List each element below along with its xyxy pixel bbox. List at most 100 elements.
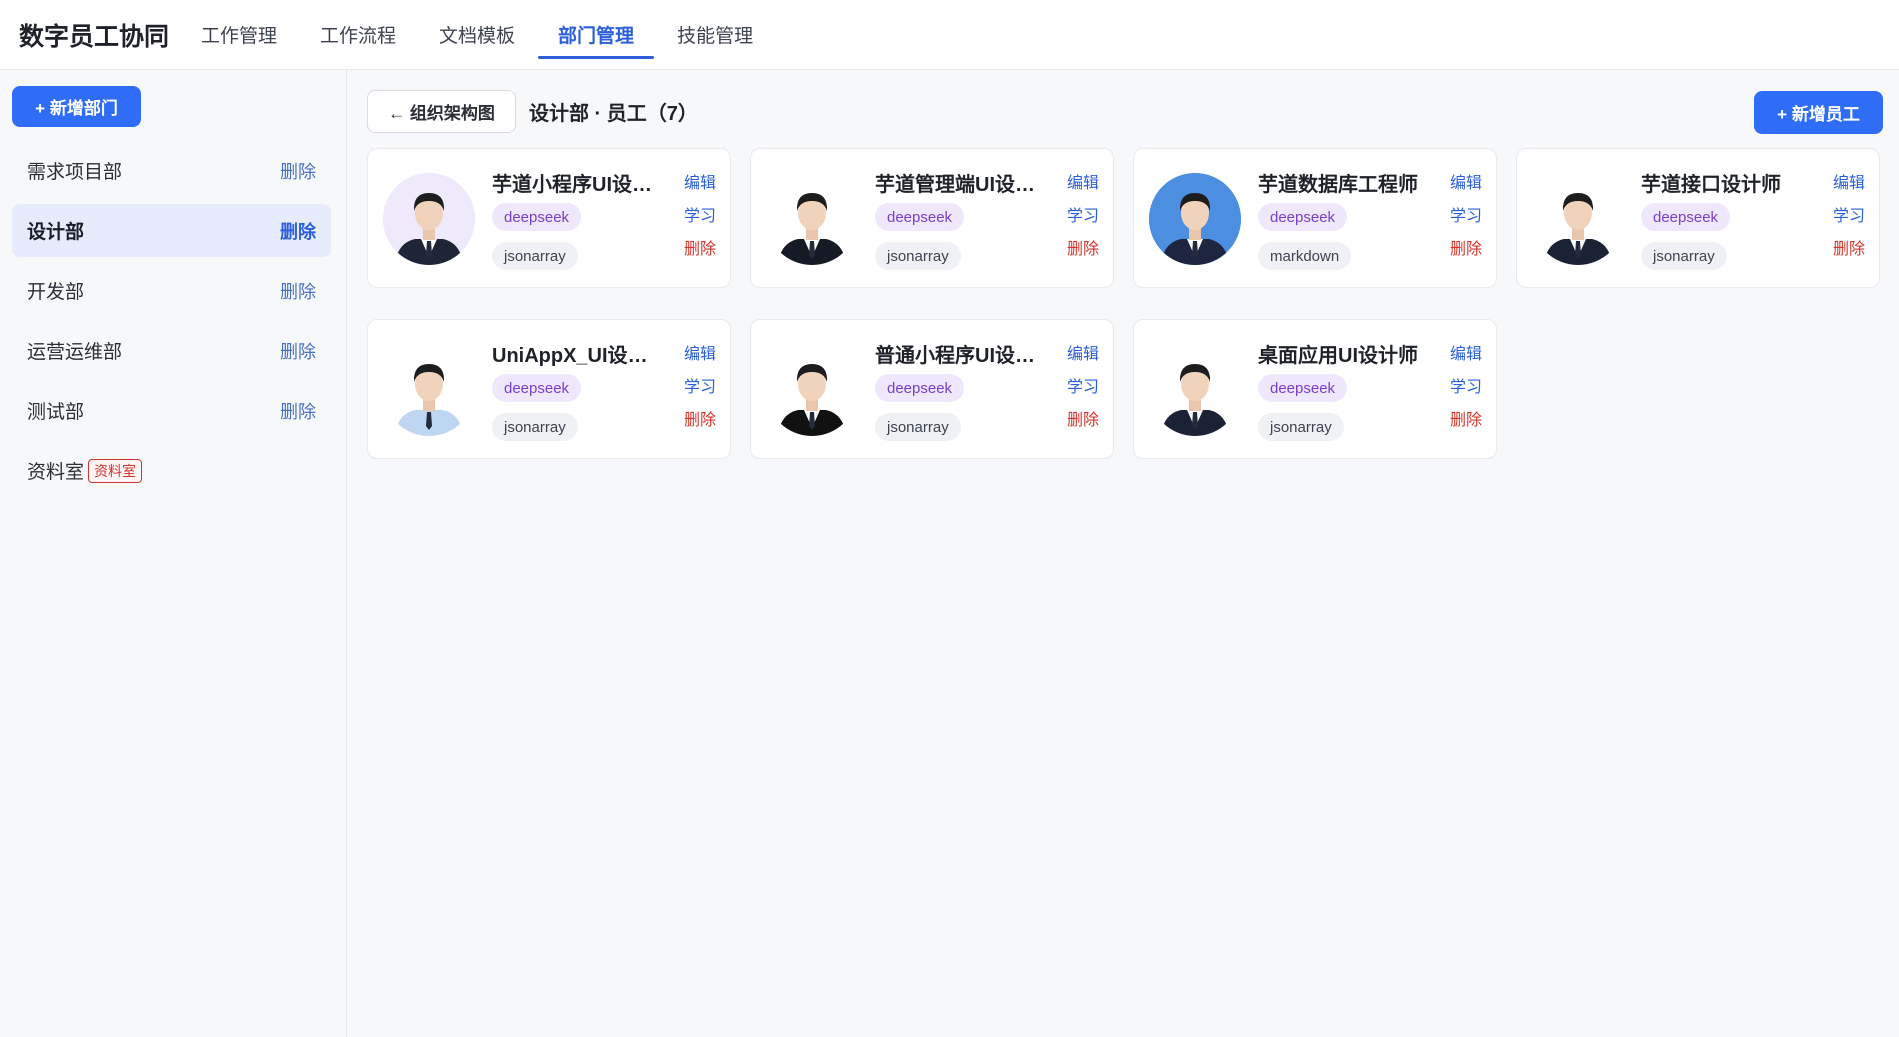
employee-card[interactable]: 桌面应用UI设计师 deepseek jsonarray 编辑 学习 删除 (1133, 319, 1497, 459)
employee-name: 芋道接口设计师 (1641, 174, 1781, 196)
employee-avatar (1532, 173, 1624, 265)
department-name: 资料室 资料室 (27, 457, 143, 484)
employee-name: 芋道数据库工程师 (1258, 174, 1418, 196)
skill-tag: markdown (1258, 242, 1352, 270)
employee-actions: 编辑 学习 删除 (684, 175, 716, 258)
employee-avatar (1149, 173, 1241, 265)
employee-name: 普通小程序UI设计师 (875, 345, 1040, 367)
employee-card-grid: 芋道小程序UI设计师 deepseek jsonarray 编辑 学习 删除 芋道管理端UI… (367, 148, 1883, 459)
department-name: 设计部 (27, 217, 84, 244)
skill-tag: jsonarray (492, 242, 578, 270)
employee-avatar (766, 173, 858, 265)
nav-tab-1[interactable]: 工作管理 (181, 0, 297, 69)
top-nav-bar: 数字员工协同 工作管理 工作流程 文档模板 部门管理 技能管理 (0, 0, 1899, 70)
skill-tag: jsonarray (492, 413, 578, 441)
delete-employee-link[interactable]: 删除 (1450, 241, 1482, 258)
model-tag: deepseek (1641, 203, 1731, 231)
edit-employee-link[interactable]: 编辑 (1450, 175, 1482, 192)
model-tag: deepseek (1258, 203, 1348, 231)
back-to-org-chart-button[interactable]: ← 组织架构图 (367, 90, 516, 133)
delete-department-link[interactable]: 删除 (280, 278, 316, 304)
edit-employee-link[interactable]: 编辑 (1833, 175, 1865, 192)
employee-actions: 编辑 学习 删除 (1450, 175, 1482, 258)
learn-employee-link[interactable]: 学习 (684, 208, 716, 225)
skill-tag: jsonarray (1641, 242, 1727, 270)
department-name-text: 测试部 (27, 402, 85, 423)
delete-employee-link[interactable]: 删除 (1067, 412, 1099, 429)
department-name-text: 需求项目部 (27, 162, 123, 183)
department-item[interactable]: 测试部 删除 (12, 384, 331, 437)
nav-tab-5[interactable]: 技能管理 (657, 0, 773, 69)
learn-employee-link[interactable]: 学习 (1450, 208, 1482, 225)
employee-actions: 编辑 学习 删除 (684, 346, 716, 429)
add-employee-button[interactable]: + 新增员工 (1754, 91, 1883, 134)
employee-avatar (1149, 344, 1241, 436)
department-item[interactable]: 资料室 资料室 (12, 444, 331, 497)
employee-actions: 编辑 学习 删除 (1450, 346, 1482, 429)
employee-actions: 编辑 学习 删除 (1067, 175, 1099, 258)
model-tag: deepseek (492, 203, 582, 231)
page-title: 设计部 · 员工（7） (529, 103, 698, 125)
add-department-button[interactable]: + 新增部门 (12, 86, 141, 127)
skill-tag: jsonarray (875, 242, 961, 270)
employee-card[interactable]: UniAppX_UI设计师 deepseek jsonarray 编辑学习删除 (367, 319, 731, 459)
employee-name: UniAppX_UI设计师 (492, 345, 657, 367)
model-tag: deepseek (492, 374, 582, 402)
employee-card[interactable]: 芋道管理端UI设计师 deepseek jsonarray 编辑学习删除 (750, 148, 1114, 288)
employee-card[interactable]: 芋道小程序UI设计师 deepseek jsonarray 编辑学习删除 (367, 148, 731, 288)
learn-employee-link[interactable]: 学习 (1067, 379, 1099, 396)
delete-department-link[interactable]: 删除 (280, 398, 316, 424)
department-name-text: 设计部 (27, 222, 85, 243)
department-name: 需求项目部 (27, 157, 122, 184)
department-sidebar: + 新增部门 需求项目部 删除 设计部 删除 开发部 删除 运营运维部 删除 测试部 删除 资料室资… (0, 70, 347, 1037)
edit-employee-link[interactable]: 编辑 (1067, 175, 1099, 192)
employee-avatar (383, 173, 475, 265)
employee-actions: 编辑 学习 删除 (1067, 346, 1099, 429)
employee-name: 芋道管理端UI设计师 (875, 174, 1040, 196)
skill-tag: jsonarray (1258, 413, 1344, 441)
edit-employee-link[interactable]: 编辑 (684, 346, 716, 363)
department-badge: 资料室 (88, 458, 143, 483)
delete-employee-link[interactable]: 删除 (1833, 241, 1865, 258)
edit-employee-link[interactable]: 编辑 (684, 175, 716, 192)
delete-department-link[interactable]: 删除 (280, 338, 316, 364)
model-tag: deepseek (875, 203, 965, 231)
department-list: 需求项目部 删除 设计部 删除 开发部 删除 运营运维部 删除 测试部 删除 资料室 资料室 (12, 144, 331, 504)
delete-employee-link[interactable]: 删除 (684, 412, 716, 429)
nav-tab-4[interactable]: 部门管理 (538, 0, 655, 69)
delete-department-link[interactable]: 删除 (280, 218, 316, 244)
employee-name: 芋道小程序UI设计师 (492, 174, 657, 196)
department-name: 测试部 (27, 397, 84, 424)
employee-card[interactable]: 芋道接口设计师 deepseek jsonarray 编辑学习删除 (1516, 148, 1880, 288)
delete-employee-link[interactable]: 删除 (1450, 412, 1482, 429)
nav-tab-3[interactable]: 文档模板 (419, 0, 535, 69)
delete-department-link[interactable]: 删除 (280, 158, 316, 184)
main-panel: ← 组织架构图 设计部 · 员工（7） + 新增员工 芋道小程序UI设计师 dee… (348, 70, 1899, 1037)
model-tag: deepseek (875, 374, 965, 402)
delete-employee-link[interactable]: 删除 (1067, 241, 1099, 258)
department-item[interactable]: 需求项目部 删除 (12, 144, 331, 197)
department-name-text: 开发部 (27, 282, 85, 303)
employee-card[interactable]: 普通小程序UI设计师 deepseek jsonarray 编辑学习删除 (750, 319, 1114, 459)
employee-actions: 编辑 学习 删除 (1833, 175, 1865, 258)
department-item[interactable]: 设计部 删除 (12, 204, 331, 257)
employee-name: 桌面应用UI设计师 (1258, 345, 1418, 367)
department-item[interactable]: 开发部 删除 (12, 264, 331, 317)
learn-employee-link[interactable]: 学习 (684, 379, 716, 396)
department-item[interactable]: 运营运维部 删除 (12, 324, 331, 377)
nav-tab-2[interactable]: 工作流程 (300, 0, 416, 69)
employee-avatar (383, 344, 475, 436)
learn-employee-link[interactable]: 学习 (1833, 208, 1865, 225)
employee-avatar (766, 344, 858, 436)
edit-employee-link[interactable]: 编辑 (1450, 346, 1482, 363)
skill-tag: jsonarray (875, 413, 961, 441)
department-name: 运营运维部 (27, 337, 122, 364)
delete-employee-link[interactable]: 删除 (684, 241, 716, 258)
department-name-text: 运营运维部 (27, 342, 123, 363)
edit-employee-link[interactable]: 编辑 (1067, 346, 1099, 363)
learn-employee-link[interactable]: 学习 (1450, 379, 1482, 396)
main-nav: 工作管理 工作流程 文档模板 部门管理 技能管理 (181, 0, 776, 69)
learn-employee-link[interactable]: 学习 (1067, 208, 1099, 225)
employee-card[interactable]: 芋道数据库工程师 deepseek markdown 编辑学习删除 (1133, 148, 1497, 288)
department-name-text: 资料室 (27, 462, 85, 483)
